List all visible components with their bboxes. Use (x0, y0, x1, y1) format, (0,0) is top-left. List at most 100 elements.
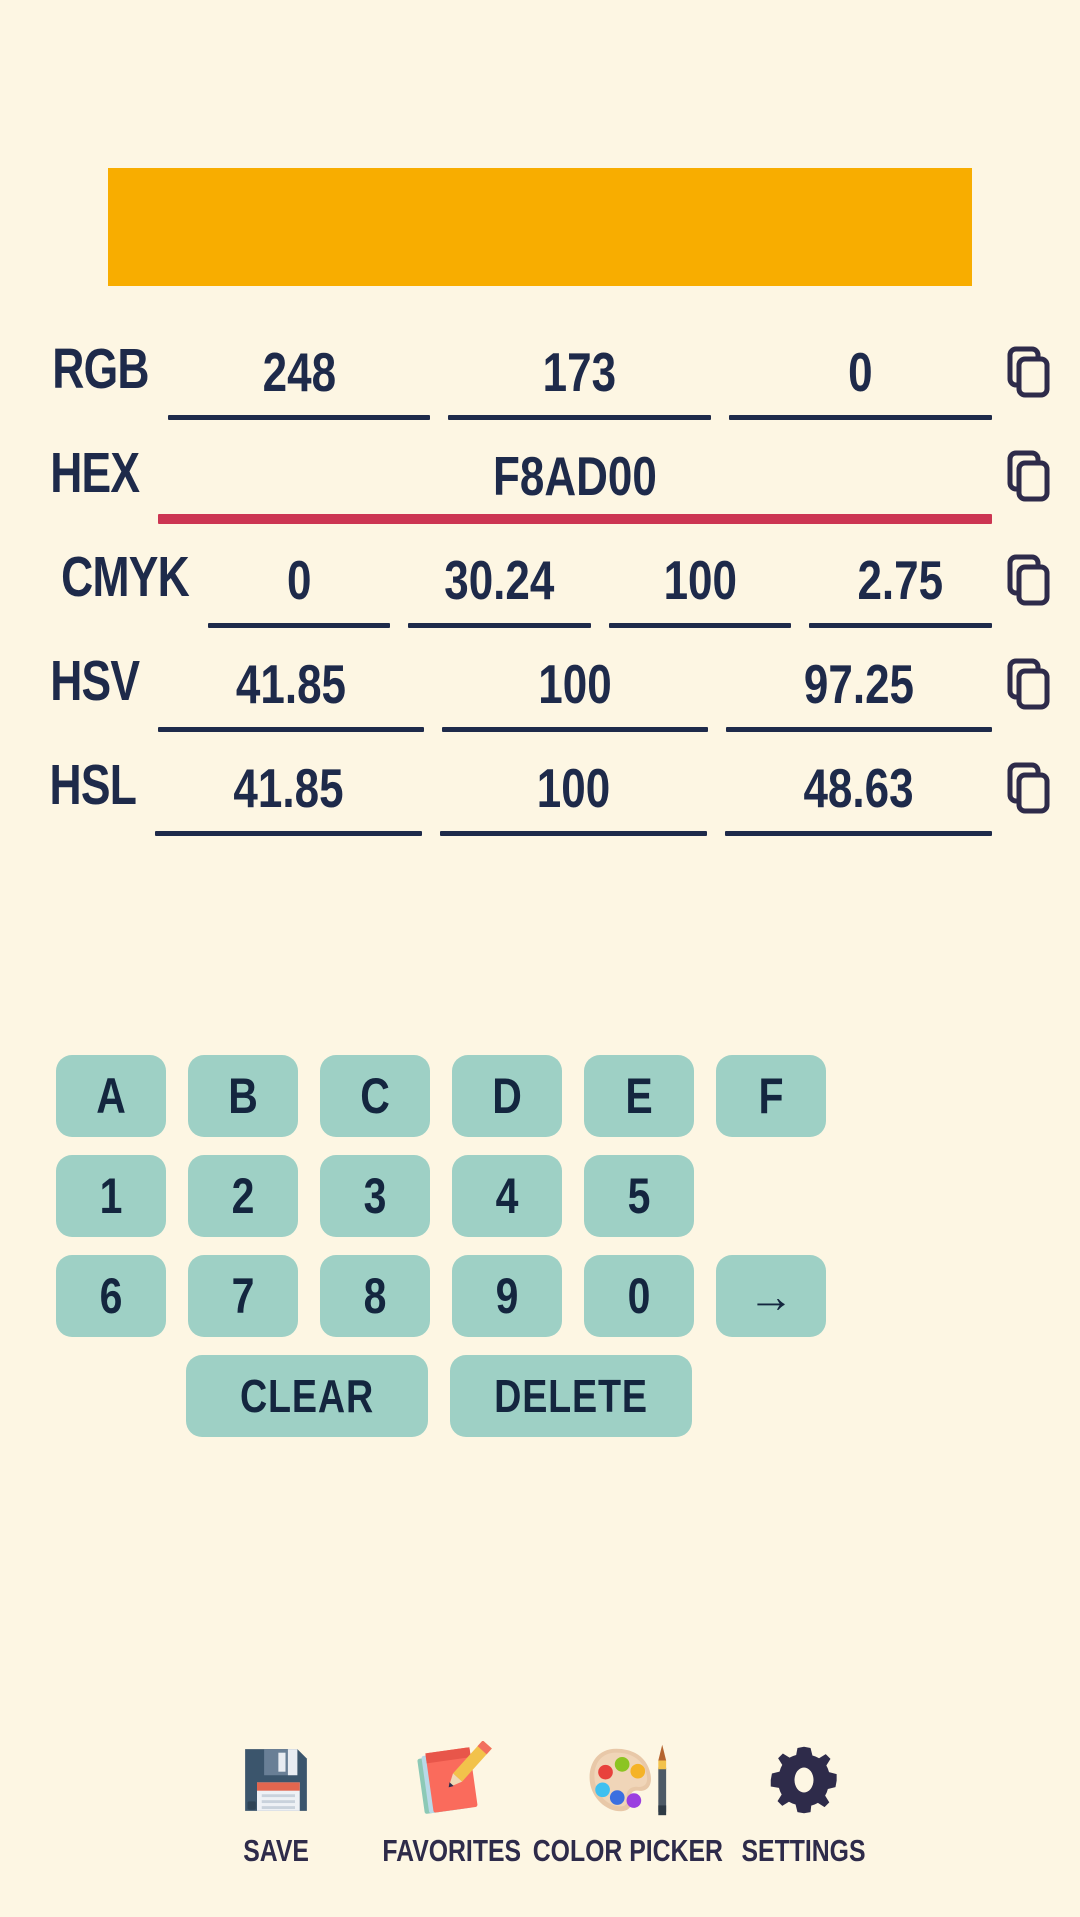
color-value-row-hex: HEX F8AD00 (0, 442, 1080, 546)
value-fields-hex: F8AD00 (150, 442, 992, 524)
key-label: 6 (99, 1268, 123, 1324)
key-d[interactable]: D (452, 1055, 562, 1137)
value-fields-rgb: 248 173 0 (160, 338, 992, 420)
key-f[interactable]: F (716, 1055, 826, 1137)
value-text: 0 (848, 341, 873, 403)
value-text: 100 (663, 549, 737, 611)
arrow-right-icon: → (748, 1270, 794, 1322)
value-text: 100 (536, 757, 611, 819)
value-text: 48.63 (803, 757, 914, 819)
copy-icon (1007, 450, 1050, 502)
key-7[interactable]: 7 (188, 1255, 298, 1337)
nav-label: FAVORITES (382, 1833, 522, 1868)
nav-item-color-picker[interactable]: COLOR PICKER (533, 1739, 723, 1869)
key-0[interactable]: 0 (584, 1255, 694, 1337)
input-hsv-2[interactable]: 97.25 (726, 650, 992, 732)
input-hsl-2[interactable]: 48.63 (725, 754, 992, 836)
delete-button-label: DELETE (494, 1370, 648, 1422)
key-1[interactable]: 1 (56, 1155, 166, 1237)
key-label: 2 (231, 1168, 255, 1224)
value-text: 97.25 (803, 653, 915, 715)
gear-icon (770, 1746, 837, 1814)
copy-button-hsv[interactable] (992, 650, 1066, 710)
keypad-row-digits-2: 6 7 8 9 0 → (56, 1255, 1024, 1337)
color-values-table: RGB 248 173 0 HEX F8AD00 CMYK 0 30.24 100 2.75 HSV 4… (0, 338, 1080, 858)
copy-button-hsl[interactable] (992, 754, 1066, 814)
input-cmyk-3[interactable]: 2.75 (809, 546, 992, 628)
key-label: 8 (363, 1268, 387, 1324)
key-a[interactable]: A (56, 1055, 166, 1137)
color-value-row-hsl: HSL 41.85 100 48.63 (0, 754, 1080, 858)
key-label: F (758, 1068, 784, 1124)
enter-next-button[interactable]: → (716, 1255, 826, 1337)
value-fields-hsv: 41.85 100 97.25 (150, 650, 992, 732)
key-label: A (96, 1068, 126, 1124)
key-5[interactable]: 5 (584, 1155, 694, 1237)
input-hsv-0[interactable]: 41.85 (158, 650, 425, 732)
input-rgb-1[interactable]: 173 (448, 338, 712, 420)
input-hsv-1[interactable]: 100 (442, 650, 709, 732)
row-label-hex: HEX (50, 441, 140, 505)
key-label: 5 (627, 1168, 651, 1224)
key-e[interactable]: E (584, 1055, 694, 1137)
value-text: 0 (286, 549, 312, 611)
copy-icon (1007, 554, 1050, 606)
input-hsl-1[interactable]: 100 (440, 754, 707, 836)
color-preview-container (108, 168, 972, 286)
input-rgb-2[interactable]: 0 (729, 338, 992, 420)
input-rgb-0[interactable]: 248 (167, 338, 431, 420)
copy-icon (1007, 658, 1050, 710)
input-cmyk-0[interactable]: 0 (207, 546, 391, 628)
keypad-row-letters: A B C D E F (56, 1055, 1024, 1137)
nav-label: COLOR PICKER (532, 1833, 724, 1868)
hex-keypad: A B C D E F 1 2 3 4 5 6 7 8 9 0 → CLEAR DELETE (56, 1055, 1024, 1455)
key-c[interactable]: C (320, 1055, 430, 1137)
color-value-row-cmyk: CMYK 0 30.24 100 2.75 (0, 546, 1080, 650)
copy-icon (1007, 346, 1050, 398)
key-label: 0 (627, 1268, 651, 1324)
nav-item-favorites[interactable]: FAVORITES (364, 1739, 540, 1869)
clear-button-label: CLEAR (239, 1370, 375, 1422)
nav-label: SETTINGS (741, 1833, 866, 1868)
value-text: 173 (543, 341, 617, 403)
key-3[interactable]: 3 (320, 1155, 430, 1237)
floppy-disk-icon (238, 1739, 314, 1821)
key-label: 7 (231, 1268, 255, 1324)
row-label-rgb: RGB (52, 337, 149, 401)
notepad-pencil-icon (412, 1739, 492, 1821)
row-label-hsv: HSV (50, 649, 140, 713)
key-8[interactable]: 8 (320, 1255, 430, 1337)
color-value-row-hsv: HSV 41.85 100 97.25 (0, 650, 1080, 754)
key-2[interactable]: 2 (188, 1155, 298, 1237)
delete-button[interactable]: DELETE (450, 1355, 692, 1437)
value-text: 41.85 (233, 757, 344, 819)
nav-item-save[interactable]: SAVE (188, 1739, 364, 1869)
copy-button-cmyk[interactable] (992, 546, 1066, 606)
key-label: E (625, 1068, 653, 1124)
copy-button-hex[interactable] (992, 442, 1066, 502)
key-b[interactable]: B (188, 1055, 298, 1137)
color-value-row-rgb: RGB 248 173 0 (0, 338, 1080, 442)
key-6[interactable]: 6 (56, 1255, 166, 1337)
nav-label: SAVE (243, 1833, 309, 1868)
input-hsl-0[interactable]: 41.85 (155, 754, 422, 836)
value-text: 2.75 (857, 549, 944, 611)
value-text: 100 (538, 653, 612, 715)
key-label: B (228, 1068, 258, 1124)
input-cmyk-2[interactable]: 100 (608, 546, 792, 628)
value-text: 248 (262, 341, 336, 403)
key-9[interactable]: 9 (452, 1255, 562, 1337)
input-cmyk-1[interactable]: 30.24 (408, 546, 591, 628)
key-label: 9 (495, 1268, 519, 1324)
bottom-navigation-bar: SAVE FAVORITES COLOR PICKER SETTINGS (0, 1739, 1080, 1869)
key-4[interactable]: 4 (452, 1155, 562, 1237)
clear-button[interactable]: CLEAR (186, 1355, 428, 1437)
gear-icon (766, 1739, 842, 1821)
key-label: 4 (495, 1168, 519, 1224)
keypad-row-actions: CLEAR DELETE (56, 1355, 1024, 1437)
input-hex-0[interactable]: F8AD00 (158, 442, 992, 524)
value-text: 41.85 (236, 653, 347, 715)
color-preview-swatch[interactable] (108, 168, 972, 286)
nav-item-settings[interactable]: SETTINGS (716, 1739, 892, 1869)
copy-button-rgb[interactable] (992, 338, 1066, 398)
